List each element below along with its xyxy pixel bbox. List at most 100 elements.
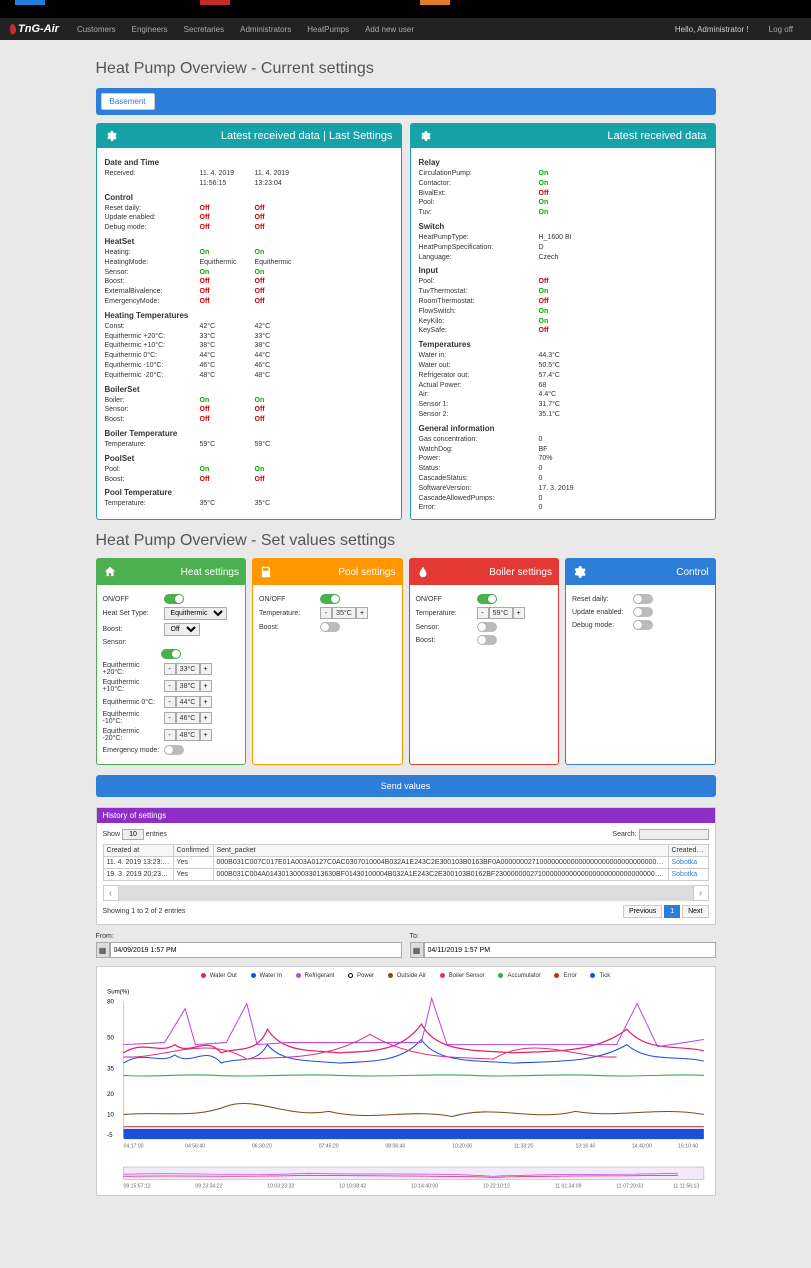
status-v: 0 <box>539 464 707 474</box>
eqm10-stepper[interactable]: -46°C+ <box>164 712 212 724</box>
legend-boilersens: Boiler Sensor <box>449 973 485 979</box>
actpow-label: Actual Power: <box>419 381 539 391</box>
control-reset-toggle[interactable] <box>633 594 653 604</box>
svg-text:11 11:56:13: 11 11:56:13 <box>672 1183 698 1189</box>
pool-onoff-toggle[interactable] <box>320 594 340 604</box>
eqm10-label: Equithermic -10°C: <box>105 361 200 371</box>
send-values-button[interactable]: Send values <box>96 775 716 797</box>
minus-button[interactable]: - <box>164 663 176 675</box>
boiler-sensor-toggle[interactable] <box>477 622 497 632</box>
minus-button[interactable]: - <box>477 607 489 619</box>
createdby-link[interactable]: Sobotka <box>672 871 698 878</box>
minus-button[interactable]: - <box>164 696 176 708</box>
legend-tick: Tick <box>599 973 610 979</box>
section-input: Input <box>419 266 707 275</box>
keysafe-label: KeySafe: <box>419 326 539 336</box>
col-packet[interactable]: Sent_packet <box>213 845 668 857</box>
bivalext-v: Off <box>539 189 707 199</box>
plus-button[interactable]: + <box>513 607 525 619</box>
minus-button[interactable]: - <box>164 712 176 724</box>
scroll-track[interactable] <box>119 885 693 901</box>
pool-temp-label: Temperature: <box>259 610 317 617</box>
eq0-v1: 44°C <box>200 351 255 361</box>
cell-created: 11. 4. 2019 13:23:04 <box>103 857 173 869</box>
show-label: Show <box>103 831 121 838</box>
emergmode-v2: Off <box>255 297 310 307</box>
eq0-stepper[interactable]: -44°C+ <box>164 696 212 708</box>
heat-boost-select[interactable]: Off <box>164 623 200 636</box>
plus-button[interactable]: + <box>200 729 212 741</box>
eqm20-stepper[interactable]: -48°C+ <box>164 729 212 741</box>
pool-temp-stepper[interactable]: -35°C+ <box>320 607 368 619</box>
col-confirmed[interactable]: Confirmed <box>173 845 213 857</box>
nav-add-user[interactable]: Add new user <box>365 25 414 34</box>
heat-sensor-toggle[interactable] <box>161 649 181 659</box>
calendar-icon[interactable]: ▦ <box>410 942 424 958</box>
waterout-v: 50.5°C <box>539 361 707 371</box>
col-created[interactable]: Created at <box>103 845 173 857</box>
entries-input[interactable] <box>122 829 144 840</box>
boiler-onoff-toggle[interactable] <box>477 594 497 604</box>
roomth-label: RoomThermostat: <box>419 297 539 307</box>
hpspec-v: D <box>539 243 707 253</box>
cell-packet: 000B031C004A014301300033013630BF01430100… <box>213 869 668 881</box>
nav-secretaries[interactable]: Secretaries <box>184 25 224 34</box>
plus-button[interactable]: + <box>200 680 212 692</box>
overview-chart[interactable]: 09 15:57:12 09 23:34:22 10 03:23:32 10 1… <box>103 1164 709 1190</box>
pool-boost-toggle[interactable] <box>320 622 340 632</box>
hpspec-label: HeatPumpSpecification: <box>419 243 539 253</box>
horizontal-scrollbar[interactable]: ‹ › <box>103 885 709 901</box>
plus-button[interactable]: + <box>200 696 212 708</box>
section-poolset: PoolSet <box>105 454 393 463</box>
basement-button[interactable]: Basement <box>101 93 155 110</box>
page-1-button[interactable]: 1 <box>664 905 680 918</box>
bboost-v2: Off <box>255 415 310 425</box>
minus-button[interactable]: - <box>320 607 332 619</box>
cell-confirmed: Yes <box>173 869 213 881</box>
minus-button[interactable]: - <box>164 729 176 741</box>
gas-label: Gas concentration: <box>419 435 539 445</box>
prev-button[interactable]: Previous <box>623 905 662 918</box>
waterin-label: Water in: <box>419 351 539 361</box>
brand-logo[interactable]: TnG-Air <box>10 23 59 35</box>
to-date-input[interactable] <box>424 942 716 958</box>
from-date-input[interactable] <box>110 942 402 958</box>
flowsw-label: FlowSwitch: <box>419 307 539 317</box>
eq10-stepper[interactable]: -38°C+ <box>164 680 212 692</box>
logoff-link[interactable]: Log off <box>769 25 793 34</box>
plus-button[interactable]: + <box>200 712 212 724</box>
accumulator-series <box>123 1075 703 1076</box>
scroll-right-icon[interactable]: › <box>693 885 709 901</box>
plus-button[interactable]: + <box>200 663 212 675</box>
boiler-boost-toggle[interactable] <box>477 635 497 645</box>
nav-heatpumps[interactable]: HeatPumps <box>307 25 349 34</box>
nav-administrators[interactable]: Administrators <box>240 25 291 34</box>
nav-engineers[interactable]: Engineers <box>132 25 168 34</box>
legend-waterin: Water In <box>260 973 282 979</box>
control-update-toggle[interactable] <box>633 607 653 617</box>
debug-mode-v1: Off <box>200 223 255 233</box>
minus-button[interactable]: - <box>164 680 176 692</box>
search-input[interactable] <box>639 829 709 840</box>
heat-onoff-toggle[interactable] <box>164 594 184 604</box>
heat-set-type-select[interactable]: Equithermic <box>164 607 227 620</box>
col-createdby[interactable]: Created by <box>668 845 708 857</box>
circpump-v: On <box>539 169 707 179</box>
swver-label: SoftwareVersion: <box>419 484 539 494</box>
scroll-left-icon[interactable]: ‹ <box>103 885 119 901</box>
eq20-stepper[interactable]: -33°C+ <box>164 663 212 675</box>
eq10-label: Equithermic +10°C: <box>105 341 200 351</box>
boiler-temp-stepper[interactable]: -59°C+ <box>477 607 525 619</box>
calendar-icon[interactable]: ▦ <box>96 942 110 958</box>
ytick: 35 <box>107 1065 114 1072</box>
next-button[interactable]: Next <box>682 905 708 918</box>
control-debug-toggle[interactable] <box>633 620 653 630</box>
plus-button[interactable]: + <box>356 607 368 619</box>
emergency-toggle[interactable] <box>164 745 184 755</box>
nav-customers[interactable]: Customers <box>77 25 116 34</box>
sens1-label: Sensor 1: <box>419 400 539 410</box>
createdby-link[interactable]: Sobotka <box>672 859 698 866</box>
tick-series <box>123 1129 703 1139</box>
greeting-text: Hello, Administrator ! <box>675 25 749 34</box>
main-chart[interactable]: Sum(%) 80 50 35 20 10 -5 <box>103 983 709 1158</box>
